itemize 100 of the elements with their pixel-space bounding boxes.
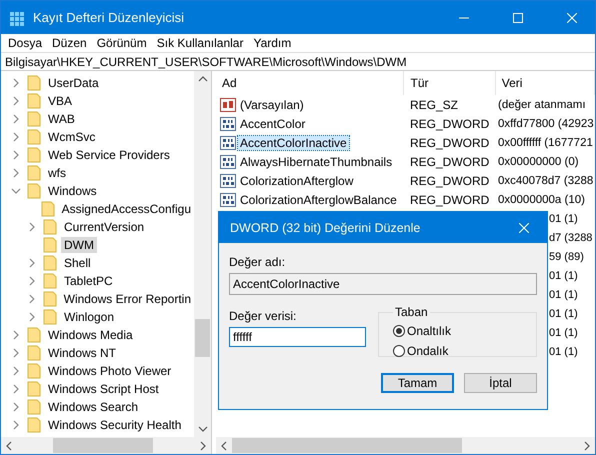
value-data: 01 (1) <box>549 270 578 282</box>
folder-icon <box>27 183 41 199</box>
folder-icon <box>27 327 41 343</box>
expand-chevron-icon[interactable] <box>11 168 21 178</box>
radio-button[interactable] <box>393 325 405 337</box>
menu-item[interactable]: Görünüm <box>92 36 152 50</box>
expand-chevron-icon[interactable] <box>27 276 37 286</box>
folder-icon <box>27 129 41 145</box>
menu-item[interactable]: Sık Kullanılanlar <box>152 36 248 50</box>
tree-item[interactable]: TabletPC <box>61 273 116 289</box>
tree-item[interactable]: AssignedAccessConfigu <box>58 201 194 217</box>
expand-chevron-icon[interactable] <box>27 312 37 322</box>
column-header[interactable]: Veri <box>496 71 596 95</box>
expand-chevron-icon[interactable] <box>11 132 21 142</box>
value-name[interactable]: AccentColorInactive <box>238 136 349 150</box>
address-bar[interactable]: Bilgisayar\HKEY_CURRENT_USER\SOFTWARE\Microsoft\Windows\DWM <box>1 52 595 71</box>
expand-chevron-icon[interactable] <box>27 222 37 232</box>
binary-value-icon <box>220 154 236 168</box>
tree-item[interactable]: Windows Media <box>45 327 136 343</box>
scroll-left-icon[interactable] <box>5 440 13 450</box>
menu-item[interactable]: Düzen <box>47 36 92 50</box>
expand-chevron-icon[interactable] <box>27 294 37 304</box>
tree-item[interactable]: Windows Error Reportin <box>60 291 194 307</box>
expand-chevron-icon[interactable] <box>11 348 21 358</box>
tree-item[interactable]: Windows Script Host <box>45 381 162 397</box>
radio-label[interactable]: Ondalık <box>407 344 448 358</box>
folder-icon <box>42 291 57 307</box>
collapse-chevron-icon[interactable] <box>11 186 21 196</box>
menu-item[interactable]: Yardım <box>248 36 296 50</box>
value-type: REG_DWORD <box>409 154 490 168</box>
tree-item[interactable]: Windows Search <box>45 399 142 415</box>
folder-icon <box>43 237 57 253</box>
expand-chevron-icon[interactable] <box>11 384 21 394</box>
radio-label[interactable]: Onaltılık <box>407 324 452 338</box>
value-type: REG_DWORD <box>409 192 490 206</box>
column-header[interactable]: Ad <box>216 71 404 95</box>
scroll-down-icon <box>198 425 208 433</box>
group-label: Taban <box>394 305 429 319</box>
ok-button[interactable]: Tamam <box>381 373 454 393</box>
tree-item[interactable]: WcmSvc <box>45 129 98 145</box>
value-name[interactable]: ColorizationAfterglow <box>238 174 356 188</box>
scroll-right-icon[interactable] <box>199 440 207 450</box>
expand-chevron-icon[interactable] <box>11 78 21 88</box>
expand-chevron-icon[interactable] <box>11 402 21 412</box>
scroll-right-icon[interactable] <box>583 440 591 450</box>
expand-chevron-icon[interactable] <box>11 330 21 340</box>
value-data: d7 (3288 <box>549 232 592 244</box>
value-data: 0xc40078d7 (3288 <box>498 174 594 186</box>
scroll-left-icon[interactable] <box>220 440 228 450</box>
dialog-title: DWORD (32 bit) Değerini Düzenle <box>230 220 422 234</box>
scrollbar-thumb[interactable] <box>195 319 210 357</box>
tree-item[interactable]: Windows Photo Viewer <box>45 363 174 379</box>
value-data: 0x00000000 (0) <box>498 156 579 168</box>
tree-item[interactable]: CurrentVersion <box>61 219 148 235</box>
value-data: 01 (1) <box>549 308 578 320</box>
tree-item[interactable]: Web Service Providers <box>45 147 173 163</box>
scroll-up-icon <box>198 75 208 83</box>
horizontal-scrollbar[interactable] <box>1 437 211 454</box>
tree-item[interactable]: WAB <box>45 111 78 127</box>
value-type: REG_DWORD <box>409 174 490 188</box>
folder-icon <box>43 219 57 235</box>
tree-item[interactable]: Windows <box>45 183 100 199</box>
tree-item[interactable]: Winlogon <box>61 309 118 325</box>
folder-icon <box>40 201 55 217</box>
tree-item[interactable]: Windows Security Health <box>45 417 184 433</box>
expand-chevron-icon[interactable] <box>11 420 21 430</box>
value-name-field[interactable]: AccentColorInactive <box>229 273 537 295</box>
value-data: 01 (1) <box>549 288 578 300</box>
tree-item[interactable]: UserData <box>45 75 102 91</box>
tree-item[interactable]: DWM <box>61 237 97 253</box>
folder-icon <box>43 273 57 289</box>
expand-chevron-icon[interactable] <box>27 258 37 268</box>
tree-item[interactable]: wfs <box>45 165 69 181</box>
expand-chevron-icon[interactable] <box>11 150 21 160</box>
expand-chevron-icon[interactable] <box>11 114 21 124</box>
horizontal-scrollbar[interactable] <box>216 437 595 454</box>
scrollbar-thumb[interactable] <box>53 438 153 453</box>
value-name[interactable]: (Varsayılan) <box>238 98 306 112</box>
value-name[interactable]: AccentColor <box>238 116 308 130</box>
maximize-icon <box>513 12 523 22</box>
tree-item[interactable]: Shell <box>61 255 94 271</box>
column-header[interactable]: Tür <box>404 71 496 95</box>
expand-chevron-icon[interactable] <box>11 96 21 106</box>
cancel-button[interactable]: İptal <box>464 373 537 393</box>
expand-chevron-icon[interactable] <box>11 366 21 376</box>
folder-icon <box>27 399 41 415</box>
radio-button[interactable] <box>393 345 405 357</box>
value-name[interactable]: AlwaysHibernateThumbnails <box>238 154 394 168</box>
tree-item[interactable]: Windows NT <box>45 345 120 361</box>
menu-item[interactable]: Dosya <box>3 36 48 50</box>
value-name[interactable]: ColorizationAfterglowBalance <box>238 192 399 206</box>
scrollbar-thumb[interactable] <box>232 438 462 453</box>
value-data: 01 (1) <box>549 212 578 224</box>
binary-value-icon <box>220 136 236 150</box>
value-data-field[interactable]: ffffff <box>229 327 366 347</box>
vertical-scrollbar[interactable] <box>194 71 211 437</box>
folder-icon <box>27 363 41 379</box>
value-data: 0x00ffffff (1677721 <box>498 136 593 148</box>
tree-item[interactable]: VBA <box>45 93 76 109</box>
value-type: REG_DWORD <box>409 136 490 150</box>
